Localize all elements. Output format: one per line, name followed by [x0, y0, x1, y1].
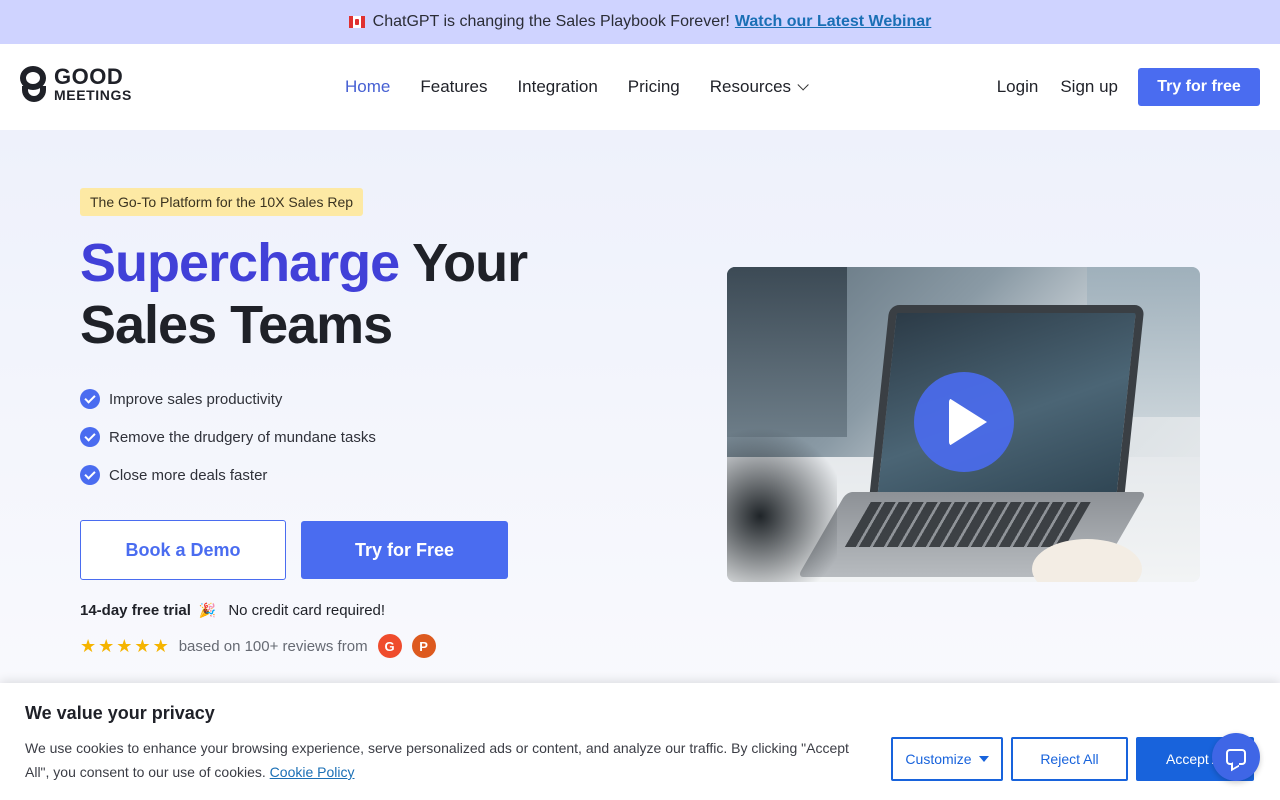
webinar-link[interactable]: Watch our Latest Webinar: [735, 13, 931, 31]
product-video[interactable]: [727, 267, 1200, 582]
reviews-row: ★ ★ ★ ★ ★ based on 100+ reviews from G P: [80, 634, 436, 658]
canada-flag-icon: [348, 16, 365, 28]
benefit-list: Improve sales productivity Remove the dr…: [80, 380, 376, 494]
free-trial-note: 14-day free trial 🎉 No credit card requi…: [80, 602, 385, 619]
chevron-down-icon: [797, 79, 809, 91]
star-icon: ★: [134, 636, 151, 656]
reviews-text: based on 100+ reviews from: [178, 637, 368, 655]
nav-integration[interactable]: Integration: [517, 77, 597, 97]
star-icon: ★: [98, 636, 115, 656]
signup-link[interactable]: Sign up: [1060, 77, 1118, 97]
chat-bubble-icon: [1226, 749, 1246, 765]
list-item: Remove the drudgery of mundane tasks: [80, 418, 376, 456]
nav-pricing[interactable]: Pricing: [628, 77, 680, 97]
announcement-text: ChatGPT is changing the Sales Playbook F…: [372, 13, 730, 30]
g2-icon[interactable]: G: [377, 634, 402, 658]
list-item: Close more deals faster: [80, 456, 376, 494]
hero-headline: Supercharge Your Sales Teams: [80, 232, 528, 356]
headline-part: Your: [399, 233, 528, 293]
book-demo-button[interactable]: Book a Demo: [80, 520, 286, 580]
star-icon: ★: [80, 636, 97, 656]
no-card-text: No credit card required!: [228, 602, 386, 619]
benefit-text: Remove the drudgery of mundane tasks: [109, 428, 376, 446]
check-circle-icon: [80, 389, 100, 409]
account-nav: Login Sign up Try for free: [997, 44, 1260, 130]
logo-text-good: GOOD: [54, 64, 124, 89]
cookie-description: We use cookies to enhance your browsing …: [25, 740, 849, 780]
rating-stars: ★ ★ ★ ★ ★: [80, 637, 169, 655]
caret-down-icon: [978, 756, 989, 762]
party-popper-icon: 🎉: [198, 602, 217, 618]
chat-launcher-button[interactable]: [1212, 733, 1260, 781]
product-hunt-icon[interactable]: P: [411, 634, 436, 658]
star-icon: ★: [152, 636, 169, 656]
site-header: GOOD MEETINGS Home Features Integration …: [0, 44, 1280, 130]
try-for-free-button[interactable]: Try for Free: [301, 521, 508, 579]
logo-g-icon: [20, 66, 48, 104]
login-link[interactable]: Login: [997, 77, 1039, 97]
cookie-title: We value your privacy: [25, 703, 215, 723]
check-circle-icon: [80, 427, 100, 447]
customize-label: Customize: [905, 751, 972, 767]
try-for-free-header-button[interactable]: Try for free: [1138, 68, 1260, 106]
cookie-policy-link[interactable]: Cookie Policy: [270, 764, 355, 780]
good-meetings-logo[interactable]: GOOD MEETINGS: [20, 66, 132, 104]
trial-duration: 14-day free trial: [80, 602, 191, 619]
logo-text-meetings: MEETINGS: [54, 87, 132, 103]
nav-resources-label: Resources: [709, 77, 792, 96]
benefit-text: Close more deals faster: [109, 466, 268, 484]
benefit-text: Improve sales productivity: [109, 390, 283, 408]
headline-line2: Sales Teams: [80, 295, 393, 355]
customize-button[interactable]: Customize: [891, 737, 1003, 781]
reject-all-button[interactable]: Reject All: [1011, 737, 1128, 781]
hero-tagline-badge: The Go-To Platform for the 10X Sales Rep: [80, 188, 364, 216]
nav-features[interactable]: Features: [420, 77, 487, 97]
main-nav: Home Features Integration Pricing Resour…: [345, 44, 809, 130]
announcement-bar: ChatGPT is changing the Sales Playbook F…: [0, 0, 1280, 44]
check-circle-icon: [80, 465, 100, 485]
play-icon[interactable]: [914, 372, 1014, 472]
headline-accent: Supercharge: [80, 233, 400, 293]
list-item: Improve sales productivity: [80, 380, 376, 418]
nav-home[interactable]: Home: [345, 77, 390, 97]
cookie-text: We use cookies to enhance your browsing …: [25, 736, 865, 784]
cookie-consent-banner: We value your privacy We use cookies to …: [0, 683, 1280, 800]
star-icon: ★: [116, 636, 133, 656]
nav-resources[interactable]: Resources: [709, 77, 809, 97]
